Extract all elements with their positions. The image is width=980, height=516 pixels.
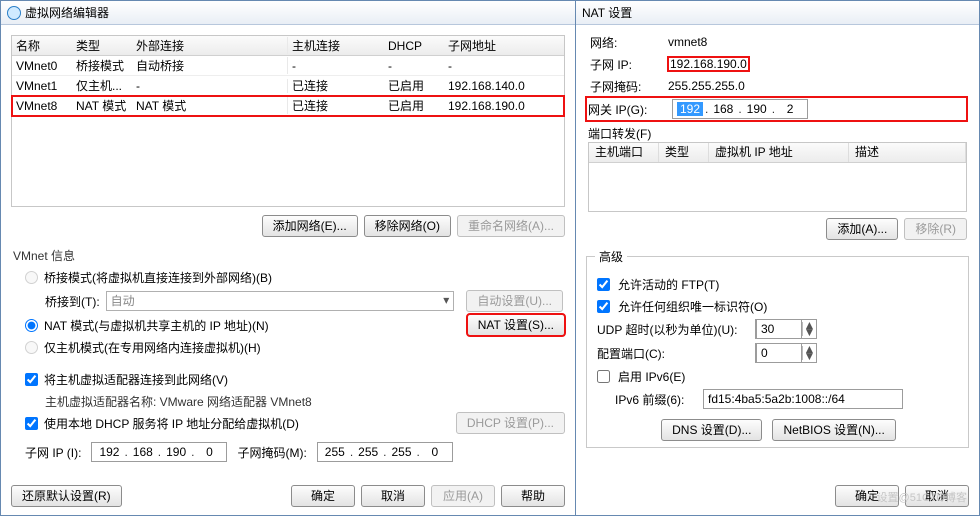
dhcp-checkbox[interactable]: [25, 417, 38, 430]
table-row[interactable]: VMnet1 仅主机... - 已连接 已启用 192.168.140.0: [12, 76, 564, 96]
nat-settings-button[interactable]: NAT 设置(S)...: [467, 314, 565, 336]
udp-timeout-spinner[interactable]: ▲▼: [755, 319, 817, 339]
subnet-mask-label: 子网掩码(M):: [237, 444, 306, 461]
cfg-port-spinner[interactable]: ▲▼: [755, 343, 817, 363]
cfg-port-label: 配置端口(C):: [597, 345, 747, 362]
nat-radio-label: NAT 模式(与虚拟机共享主机的 IP 地址)(N): [44, 317, 269, 334]
vmnet-info-label: VMnet 信息: [1, 241, 575, 266]
auto-settings-button: 自动设置(U)...: [466, 290, 563, 312]
udp-timeout-label: UDP 超时(以秒为单位)(U):: [597, 321, 747, 338]
table-row[interactable]: VMnet0 桥接模式 自动桥接 - - -: [12, 56, 564, 76]
advanced-legend: 高级: [595, 248, 627, 265]
ipv6-prefix-label: IPv6 前缀(6):: [615, 391, 695, 408]
bridge-to-label: 桥接到(T):: [45, 293, 100, 310]
right-titlebar: NAT 设置: [576, 1, 979, 25]
submask-value: 255.255.255.0: [668, 79, 745, 93]
connect-adapter-label: 将主机虚拟适配器连接到此网络(V): [44, 371, 228, 388]
subnet-ip-label: 子网 IP (I):: [25, 444, 81, 461]
nat-radio[interactable]: [25, 319, 38, 332]
subip-value: 192.168.190.0: [668, 57, 749, 71]
pf-th-host: 主机端口: [589, 143, 659, 162]
hostonly-radio[interactable]: [25, 341, 38, 354]
ipv6-prefix-input[interactable]: [703, 389, 903, 409]
watermark: 设置@51CTO博客: [877, 489, 967, 505]
adapter-name-label: 主机虚拟适配器名称: VMware 网络适配器 VMnet8: [1, 390, 575, 412]
net-label: 网络:: [590, 34, 660, 51]
subip-label: 子网 IP:: [590, 56, 660, 73]
table-row-vmnet8[interactable]: VMnet8 NAT 模式 NAT 模式 已连接 已启用 192.168.190…: [12, 96, 564, 116]
help-button[interactable]: 帮助: [501, 485, 565, 507]
left-titlebar: 虚拟网络编辑器: [1, 1, 575, 25]
pf-remove-button: 移除(R): [904, 218, 967, 240]
pf-th-desc: 描述: [849, 143, 966, 162]
spin-down-icon[interactable]: ▼: [803, 329, 816, 336]
connect-adapter-checkbox[interactable]: [25, 373, 38, 386]
virtual-network-editor-window: 虚拟网络编辑器 名称 类型 外部连接 主机连接 DHCP 子网地址 VMnet0…: [0, 0, 576, 516]
cancel-button[interactable]: 取消: [361, 485, 425, 507]
th-dhcp: DHCP: [384, 39, 444, 53]
net-value: vmnet8: [668, 35, 707, 49]
left-title: 虚拟网络编辑器: [25, 4, 109, 21]
advanced-group: 高级 允许活动的 FTP(T) 允许任何组织唯一标识符(O) UDP 超时(以秒…: [586, 248, 969, 448]
ok-button[interactable]: 确定: [291, 485, 355, 507]
th-ext: 外部连接: [132, 37, 288, 54]
th-sub: 子网地址: [444, 37, 564, 54]
dns-settings-button[interactable]: DNS 设置(D)...: [661, 419, 762, 441]
ipv6-label: 启用 IPv6(E): [618, 368, 685, 385]
ftp-checkbox[interactable]: [597, 278, 610, 291]
dhcp-label: 使用本地 DHCP 服务将 IP 地址分配给虚拟机(D): [44, 415, 299, 432]
ftp-label: 允许活动的 FTP(T): [618, 276, 719, 293]
table-empty-area: [12, 116, 564, 206]
right-title: NAT 设置: [582, 4, 632, 21]
gateway-label: 网关 IP(G):: [588, 101, 664, 118]
oui-label: 允许任何组织唯一标识符(O): [618, 298, 767, 315]
subnet-mask-input[interactable]: 255. 255. 255. 0: [317, 442, 453, 462]
restore-defaults-button[interactable]: 还原默认设置(R): [11, 485, 122, 507]
port-fwd-table[interactable]: 主机端口 类型 虚拟机 IP 地址 描述: [588, 142, 967, 212]
table-header-row: 名称 类型 外部连接 主机连接 DHCP 子网地址: [12, 36, 564, 56]
pf-th-type: 类型: [659, 143, 709, 162]
oui-checkbox[interactable]: [597, 300, 610, 313]
ipv6-checkbox[interactable]: [597, 370, 610, 383]
pf-th-vmip: 虚拟机 IP 地址: [709, 143, 849, 162]
submask-label: 子网掩码:: [590, 78, 660, 95]
rename-network-button: 重命名网络(A)...: [457, 215, 565, 237]
th-type: 类型: [72, 37, 132, 54]
remove-network-button[interactable]: 移除网络(O): [364, 215, 451, 237]
spin-down-icon[interactable]: ▼: [803, 353, 816, 360]
bridge-to-select[interactable]: 自动: [106, 291, 455, 311]
gateway-ip-input[interactable]: 192. 168. 190. 2: [672, 99, 808, 119]
bridge-radio[interactable]: [25, 271, 38, 284]
th-name: 名称: [12, 37, 72, 54]
subnet-ip-input[interactable]: 192. 168. 190. 0: [91, 442, 227, 462]
bridge-radio-label: 桥接模式(将虚拟机直接连接到外部网络)(B): [44, 269, 272, 286]
port-fwd-label: 端口转发(F): [588, 125, 967, 142]
netbios-settings-button[interactable]: NetBIOS 设置(N)...: [772, 419, 895, 441]
add-network-button[interactable]: 添加网络(E)...: [262, 215, 358, 237]
nat-settings-window: NAT 设置 网络: vmnet8 子网 IP: 192.168.190.0 子网掩…: [576, 0, 980, 516]
globe-icon: [7, 6, 21, 20]
apply-button: 应用(A): [431, 485, 495, 507]
vmnet-table[interactable]: 名称 类型 外部连接 主机连接 DHCP 子网地址 VMnet0 桥接模式 自动…: [11, 35, 565, 207]
hostonly-radio-label: 仅主机模式(在专用网络内连接虚拟机)(H): [44, 339, 261, 356]
th-host: 主机连接: [288, 37, 384, 54]
dhcp-settings-button: DHCP 设置(P)...: [456, 412, 565, 434]
pf-add-button[interactable]: 添加(A)...: [826, 218, 898, 240]
